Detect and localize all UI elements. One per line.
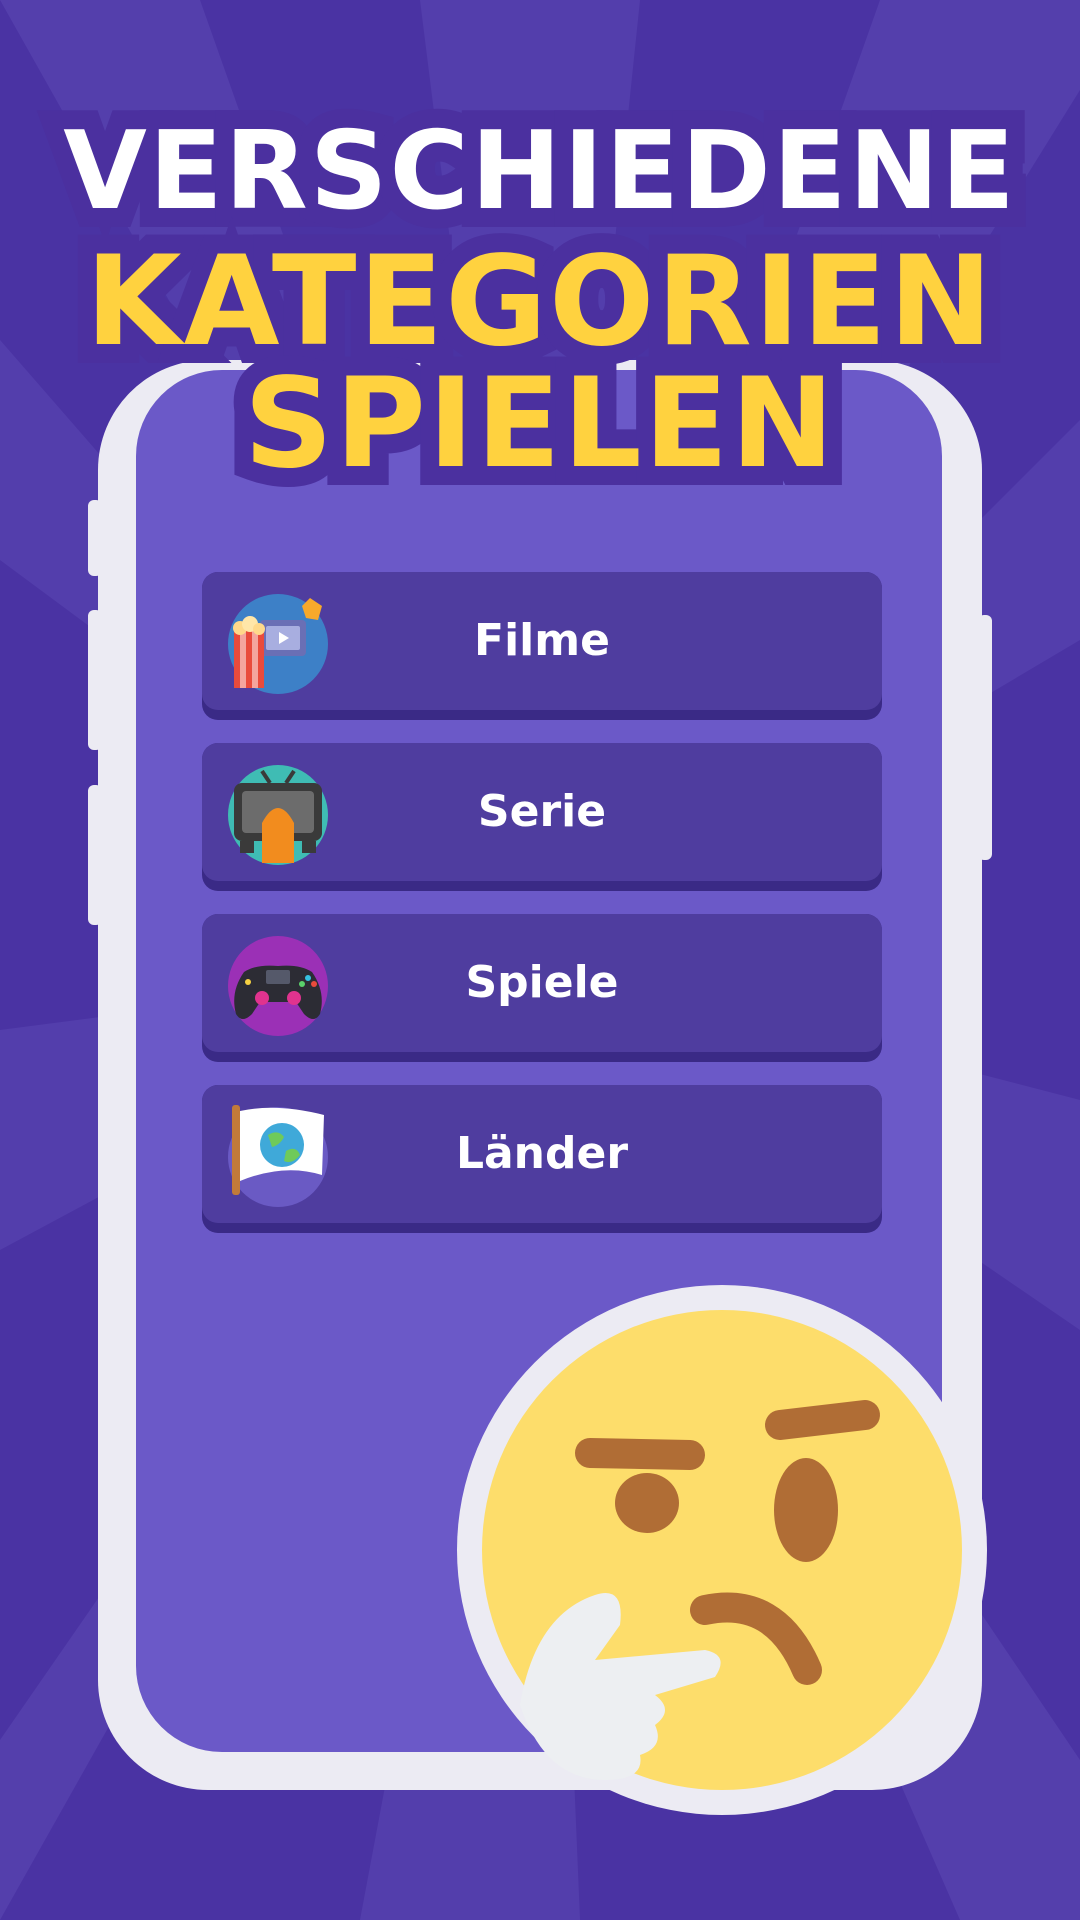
thinking-face-emoji [457, 1285, 987, 1815]
category-button-filme[interactable]: Filme [202, 572, 882, 720]
category-label: Spiele [465, 957, 619, 1008]
category-button-serie[interactable]: Serie [202, 743, 882, 891]
category-button-laender[interactable]: Länder [202, 1085, 882, 1233]
phone-side-button [88, 610, 102, 750]
headline-line-1: VERSCHIEDENE [44, 99, 1034, 245]
category-list: Filme Serie Spiele Länder [202, 572, 882, 1256]
promo-headline: VERSCHIEDENE KATEGORIEN SPIELEN [0, 99, 1080, 506]
category-label: Länder [455, 1128, 629, 1179]
category-button-spiele[interactable]: Spiele [202, 914, 882, 1062]
headline-line-3: SPIELEN [225, 343, 854, 505]
category-label: Filme [474, 615, 610, 666]
headline-line-2: KATEGORIEN [66, 221, 1011, 383]
category-label: Serie [477, 786, 607, 837]
phone-side-button [88, 500, 102, 576]
phone-side-button [88, 785, 102, 925]
phone-side-button [978, 615, 992, 860]
